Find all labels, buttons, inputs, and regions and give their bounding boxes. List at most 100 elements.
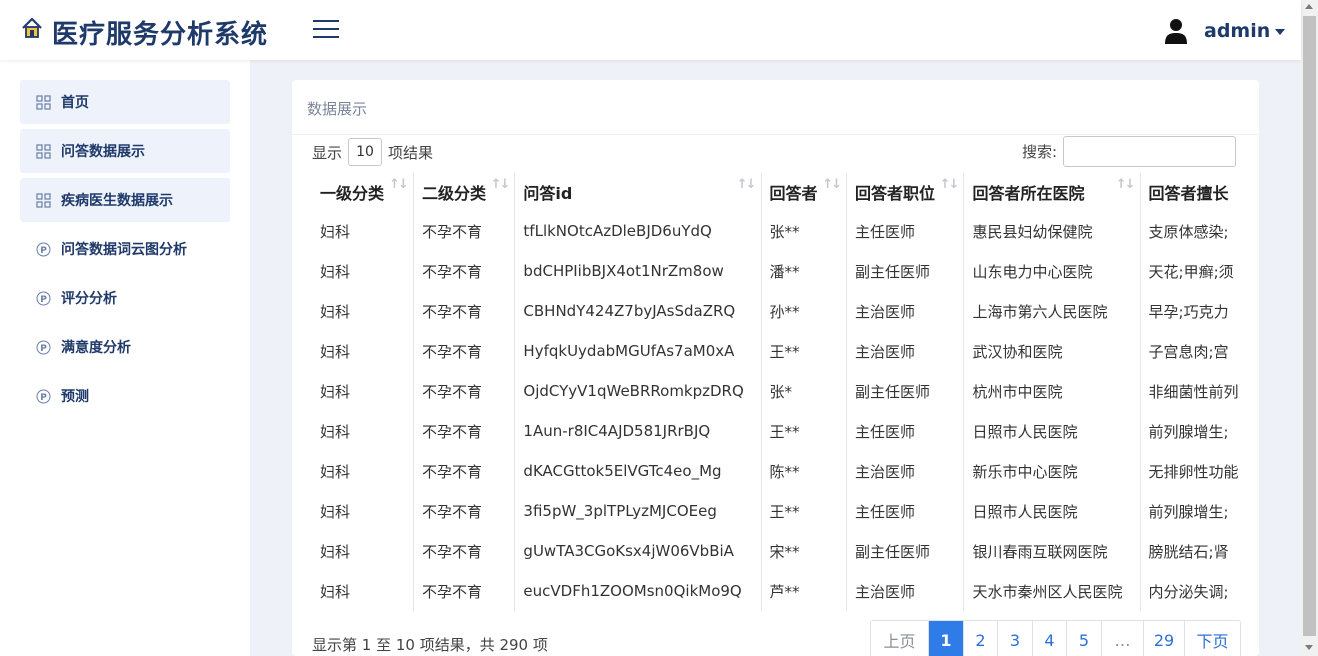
table-row: 妇科 不孕不育 dKACGttok5ElVGTc4eo_Mg 陈** 主治医师 新乐市中心… xyxy=(312,451,1259,491)
sidebar: 首页 问答数据展示 疾病医生数据展示 P 问答数据词云图分析 P 评分分析 P … xyxy=(0,60,250,656)
table-cell: 膀胱结石;肾 xyxy=(1139,531,1259,571)
table-cell: 银川春雨互联网医院 xyxy=(963,531,1141,571)
grid-icon xyxy=(35,143,51,159)
app-title: 医疗服务分析系统 xyxy=(52,20,269,50)
table-cell: 妇科 xyxy=(320,262,351,281)
table-cell: 支原体感染; xyxy=(1139,211,1259,251)
svg-text:P: P xyxy=(40,344,47,354)
column-header[interactable]: 二级分类 ↑↓ xyxy=(412,173,515,211)
next-page-button[interactable]: 下页 xyxy=(1184,621,1240,656)
page-button-3[interactable]: 3 xyxy=(997,621,1032,656)
table-cell: 天花;甲癣;须 xyxy=(1139,251,1259,291)
column-header[interactable]: 回答者擅长 xyxy=(1139,173,1259,211)
scroll-up-arrow-icon[interactable] xyxy=(1305,4,1313,9)
table-cell: 潘** xyxy=(760,251,847,291)
table-cell: 不孕不育 xyxy=(412,371,515,411)
table-cell: 王** xyxy=(760,491,847,531)
table-cell: gUwTA3CGoKsx4jW06VbBiA xyxy=(514,531,762,571)
table-cell: 早孕;巧克力 xyxy=(1139,291,1259,331)
table-cell: 副主任医师 xyxy=(845,251,964,291)
p-circle-icon: P xyxy=(35,241,51,257)
table-cell: 新乐市中心医院 xyxy=(963,451,1141,491)
table-cell: 妇科 xyxy=(320,502,351,521)
chevron-down-icon xyxy=(1275,29,1286,35)
column-header[interactable]: 回答者职位 ↑↓ xyxy=(845,173,964,211)
sidebar-item-home[interactable]: 首页 xyxy=(20,80,230,124)
sort-icon: ↑↓ xyxy=(822,177,842,192)
table-cell: 妇科 xyxy=(320,422,351,441)
column-header[interactable]: 回答者所在医院 ↑↓ xyxy=(963,173,1141,211)
table-cell: 主治医师 xyxy=(845,291,964,331)
page-button-1[interactable]: 1 xyxy=(928,621,963,656)
table-cell: 山东电力中心医院 xyxy=(963,251,1141,291)
column-header[interactable]: 一级分类 ↑↓ xyxy=(312,173,413,211)
table-cell: 妇科 xyxy=(320,462,351,481)
table-cell: 不孕不育 xyxy=(412,251,515,291)
table-cell: 主任医师 xyxy=(845,211,964,251)
length-suffix: 项结果 xyxy=(388,143,434,162)
menu-toggle-button[interactable] xyxy=(313,20,339,42)
table-cell: 芦** xyxy=(760,571,847,611)
table-cell: 主任医师 xyxy=(845,411,964,451)
page-button-2[interactable]: 2 xyxy=(963,621,997,656)
p-circle-icon: P xyxy=(35,339,51,355)
page-button-4[interactable]: 4 xyxy=(1032,621,1066,656)
table-cell: 不孕不育 xyxy=(412,291,515,331)
table-row: 妇科 不孕不育 3fi5pW_3plTPLyzMJCOEeg 王** 主任医师 日照市人民… xyxy=(312,491,1259,531)
table-cell: 3fi5pW_3plTPLyzMJCOEeg xyxy=(514,491,762,531)
panel-title: 数据展示 xyxy=(307,100,368,118)
table-row: 妇科 不孕不育 OjdCYyV1qWeBRRomkpzDRQ 张* 副主任医师 杭州市中医… xyxy=(312,371,1259,411)
sidebar-item-wordcloud[interactable]: P 问答数据词云图分析 xyxy=(20,227,230,271)
table-cell: 天水市秦州区人民医院 xyxy=(963,571,1141,611)
table-cell: 上海市第六人民医院 xyxy=(963,291,1141,331)
data-panel: 数据展示 显示 10 项结果 搜索: 一级分类 ↑↓ 二级分类 ↑↓ 问答id ↑↓ … xyxy=(292,80,1259,656)
table-cell: 张** xyxy=(760,211,847,251)
table-row: 妇科 不孕不育 gUwTA3CGoKsx4jW06VbBiA 宋** 副主任医师 银川春雨… xyxy=(312,531,1259,571)
table-cell: 主治医师 xyxy=(845,451,964,491)
p-circle-icon: P xyxy=(35,290,51,306)
table-cell: 不孕不育 xyxy=(412,451,515,491)
table-cell: 前列腺增生; xyxy=(1139,491,1259,531)
sidebar-item-label: 预测 xyxy=(61,389,89,405)
sidebar-item-label: 满意度分析 xyxy=(61,340,131,356)
scroll-down-arrow-icon[interactable] xyxy=(1305,645,1313,650)
sidebar-item-rating[interactable]: P 评分分析 xyxy=(20,276,230,320)
sort-icon: ↑↓ xyxy=(389,177,409,192)
sidebar-item-predict[interactable]: P 预测 xyxy=(20,374,230,418)
sidebar-item-label: 首页 xyxy=(61,95,89,111)
page-length-select[interactable]: 10 xyxy=(348,138,383,166)
table-cell: dKACGttok5ElVGTc4eo_Mg xyxy=(514,451,762,491)
scrollbar-thumb[interactable] xyxy=(1303,16,1316,636)
page-button-29[interactable]: 29 xyxy=(1143,621,1184,656)
user-icon xyxy=(1165,19,1187,44)
table-cell: 妇科 xyxy=(320,542,351,561)
home-icon xyxy=(22,17,42,38)
table-cell: 日照市人民医院 xyxy=(963,491,1141,531)
table-header-row: 一级分类 ↑↓ 二级分类 ↑↓ 问答id ↑↓ 回答者 ↑↓ 回答者职位 ↑↓ 回答者所在… xyxy=(312,173,1259,211)
table-cell: 主治医师 xyxy=(845,331,964,371)
sort-icon: ↑↓ xyxy=(1115,177,1136,192)
table-cell: 妇科 xyxy=(320,222,351,241)
table-cell: 孙** xyxy=(760,291,847,331)
length-prefix: 显示 xyxy=(312,143,343,162)
sidebar-item-satisfaction[interactable]: P 满意度分析 xyxy=(20,325,230,369)
user-menu[interactable]: admin xyxy=(1164,17,1286,45)
top-header: 医疗服务分析系统 admin xyxy=(0,0,1301,60)
sidebar-item-qa-data[interactable]: 问答数据展示 xyxy=(20,129,230,173)
grid-icon xyxy=(35,94,51,110)
table-cell: 1Aun-r8IC4AJD581JRrBJQ xyxy=(514,411,762,451)
prev-page-button[interactable]: 上页 xyxy=(871,621,928,656)
table-row: 妇科 不孕不育 bdCHPIibBJX4ot1NrZm8ow 潘** 副主任医师 山东电力… xyxy=(312,251,1259,291)
search-input[interactable] xyxy=(1063,135,1237,167)
column-header[interactable]: 回答者 ↑↓ xyxy=(760,173,847,211)
page-button-5[interactable]: 5 xyxy=(1066,621,1101,656)
table-cell: 不孕不育 xyxy=(412,331,515,371)
table-cell: 副主任医师 xyxy=(845,531,964,571)
scrollbar[interactable] xyxy=(1301,0,1318,656)
sidebar-item-disease-doctor[interactable]: 疾病医生数据展示 xyxy=(20,178,230,222)
sort-icon: ↑↓ xyxy=(939,177,960,192)
table-cell: 不孕不育 xyxy=(412,571,515,611)
page-length-control: 显示 10 项结果 xyxy=(312,137,433,167)
table-row: 妇科 不孕不育 1Aun-r8IC4AJD581JRrBJQ 王** 主任医师 日照市人民… xyxy=(312,411,1259,451)
column-header[interactable]: 问答id ↑↓ xyxy=(514,173,762,211)
